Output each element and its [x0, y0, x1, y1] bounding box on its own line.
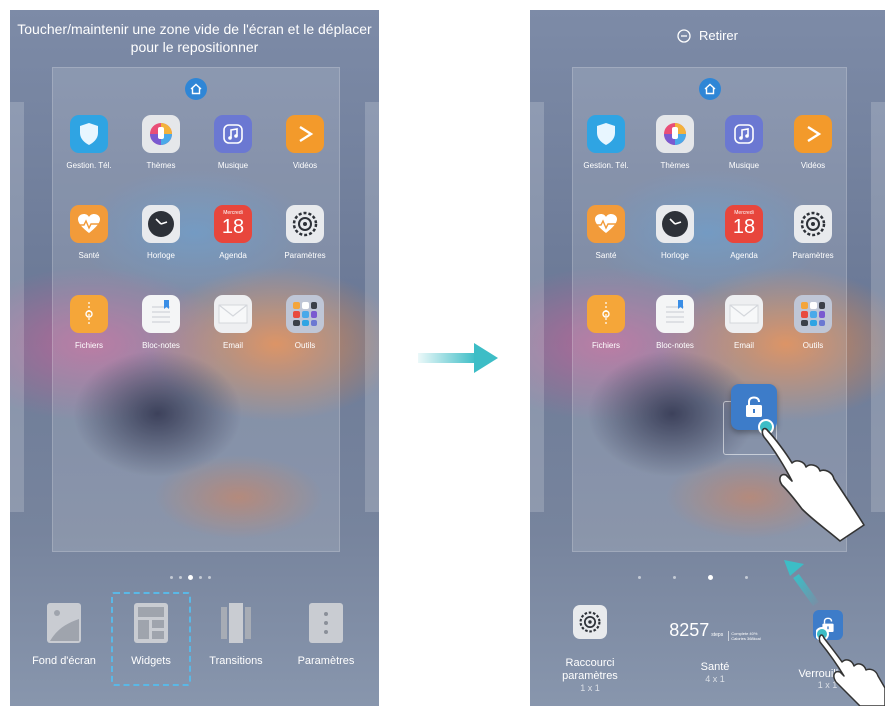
page-dot[interactable] [673, 576, 676, 579]
envelope-icon [214, 295, 252, 333]
app-themes[interactable]: Thèmes [125, 115, 197, 170]
app-email[interactable]: Email [708, 295, 780, 350]
calendar-icon: Mercredi 18 [725, 205, 763, 243]
clock-icon [656, 205, 694, 243]
app-videos[interactable]: Vidéos [777, 115, 849, 170]
hand-pointer-icon [758, 419, 865, 542]
right-phone-screen: Retirer Gestion. Tél. Thèmes Musique Vid… [530, 10, 885, 706]
page-indicator[interactable] [170, 575, 211, 580]
widgets-icon [134, 603, 168, 643]
app-bloc-notes[interactable]: Bloc-notes [639, 295, 711, 350]
app-videos[interactable]: Vidéos [269, 115, 341, 170]
heart-icon [587, 205, 625, 243]
transitions-button[interactable]: Transitions [200, 603, 272, 667]
adjacent-page-left[interactable] [10, 102, 24, 512]
app-themes[interactable]: Thèmes [639, 115, 711, 170]
app-horloge[interactable]: Horloge [639, 205, 711, 260]
app-musique[interactable]: Musique [708, 115, 780, 170]
app-fichiers[interactable]: Fichiers [53, 295, 125, 350]
app-fichiers[interactable]: Fichiers [570, 295, 642, 350]
steps-count: 8257 [669, 620, 710, 640]
settings-dots-icon [309, 603, 343, 643]
arrow-up-left-icon [784, 560, 819, 606]
page-dot[interactable] [170, 576, 173, 579]
app-musique[interactable]: Musique [197, 115, 269, 170]
app-sante[interactable]: Santé [53, 205, 125, 260]
instruction-text: Toucher/maintenir une zone vide de l'écr… [10, 20, 379, 56]
app-outils[interactable]: Outils [777, 295, 849, 350]
instruction-line-2: pour le repositionner [130, 39, 259, 55]
app-parametres[interactable]: Paramètres [777, 205, 849, 260]
remove-button[interactable]: Retirer [530, 28, 885, 43]
notepad-icon [656, 295, 694, 333]
minus-circle-icon [677, 28, 691, 43]
app-outils[interactable]: Outils [269, 295, 341, 350]
app-horloge[interactable]: Horloge [125, 205, 197, 260]
app-email[interactable]: Email [197, 295, 269, 350]
transitions-icon [219, 603, 253, 643]
gear-icon [794, 205, 832, 243]
steps-summary: 8257 steps Complete 40% Calories 368kcal [669, 620, 761, 641]
app-agenda[interactable]: Mercredi 18 Agenda [708, 205, 780, 260]
play-icon [794, 115, 832, 153]
gear-icon [286, 205, 324, 243]
parametres-button[interactable]: Paramètres [286, 603, 366, 667]
folder-icon [70, 295, 108, 333]
adjacent-page-left[interactable] [530, 102, 544, 512]
page-dot[interactable] [199, 576, 202, 579]
brush-icon [142, 115, 180, 153]
shield-icon [70, 115, 108, 153]
wallpaper-icon [47, 603, 81, 643]
home-icon[interactable] [698, 78, 721, 100]
calendar-icon: Mercredi 18 [214, 205, 252, 243]
clock-icon [142, 205, 180, 243]
page-dot-active[interactable] [188, 575, 193, 580]
instruction-line-1: Toucher/maintenir une zone vide de l'écr… [17, 21, 372, 37]
page-dot[interactable] [208, 576, 211, 579]
widget-sante[interactable]: 8257 steps Complete 40% Calories 368kcal… [650, 620, 780, 684]
page-dot-active[interactable] [708, 575, 713, 580]
page-dot[interactable] [745, 576, 748, 579]
remove-label: Retirer [698, 28, 738, 43]
app-gestion-tel[interactable]: Gestion. Tél. [53, 115, 125, 170]
page-dot[interactable] [638, 576, 641, 579]
app-agenda[interactable]: Mercredi 18 Agenda [197, 205, 269, 260]
app-bloc-notes[interactable]: Bloc-notes [125, 295, 197, 350]
notepad-icon [142, 295, 180, 333]
page-dot[interactable] [179, 576, 182, 579]
hand-press-icon [816, 627, 885, 706]
heart-icon [70, 205, 108, 243]
shield-icon [587, 115, 625, 153]
arrow-right-icon [418, 343, 498, 373]
widget-raccourci-parametres[interactable]: Raccourci paramètres 1 x 1 [550, 605, 630, 693]
left-phone-screen: Toucher/maintenir une zone vide de l'écr… [10, 10, 379, 706]
gear-icon [573, 605, 607, 639]
folder-grid-icon [794, 295, 832, 333]
app-parametres[interactable]: Paramètres [269, 205, 341, 260]
music-note-icon [214, 115, 252, 153]
adjacent-page-right[interactable] [365, 102, 379, 512]
folder-icon [587, 295, 625, 333]
app-gestion-tel[interactable]: Gestion. Tél. [570, 115, 642, 170]
page-indicator[interactable] [638, 575, 748, 580]
widgets-button[interactable]: Widgets [111, 592, 191, 686]
app-sante[interactable]: Santé [570, 205, 642, 260]
brush-icon [656, 115, 694, 153]
home-screen-preview[interactable]: Gestion. Tél. Thèmes Musique Vidéos Sant… [52, 67, 340, 552]
music-note-icon [725, 115, 763, 153]
home-icon[interactable] [185, 78, 207, 100]
play-icon [286, 115, 324, 153]
wallpaper-button[interactable]: Fond d'écran [28, 603, 100, 667]
folder-grid-icon [286, 295, 324, 333]
envelope-icon [725, 295, 763, 333]
